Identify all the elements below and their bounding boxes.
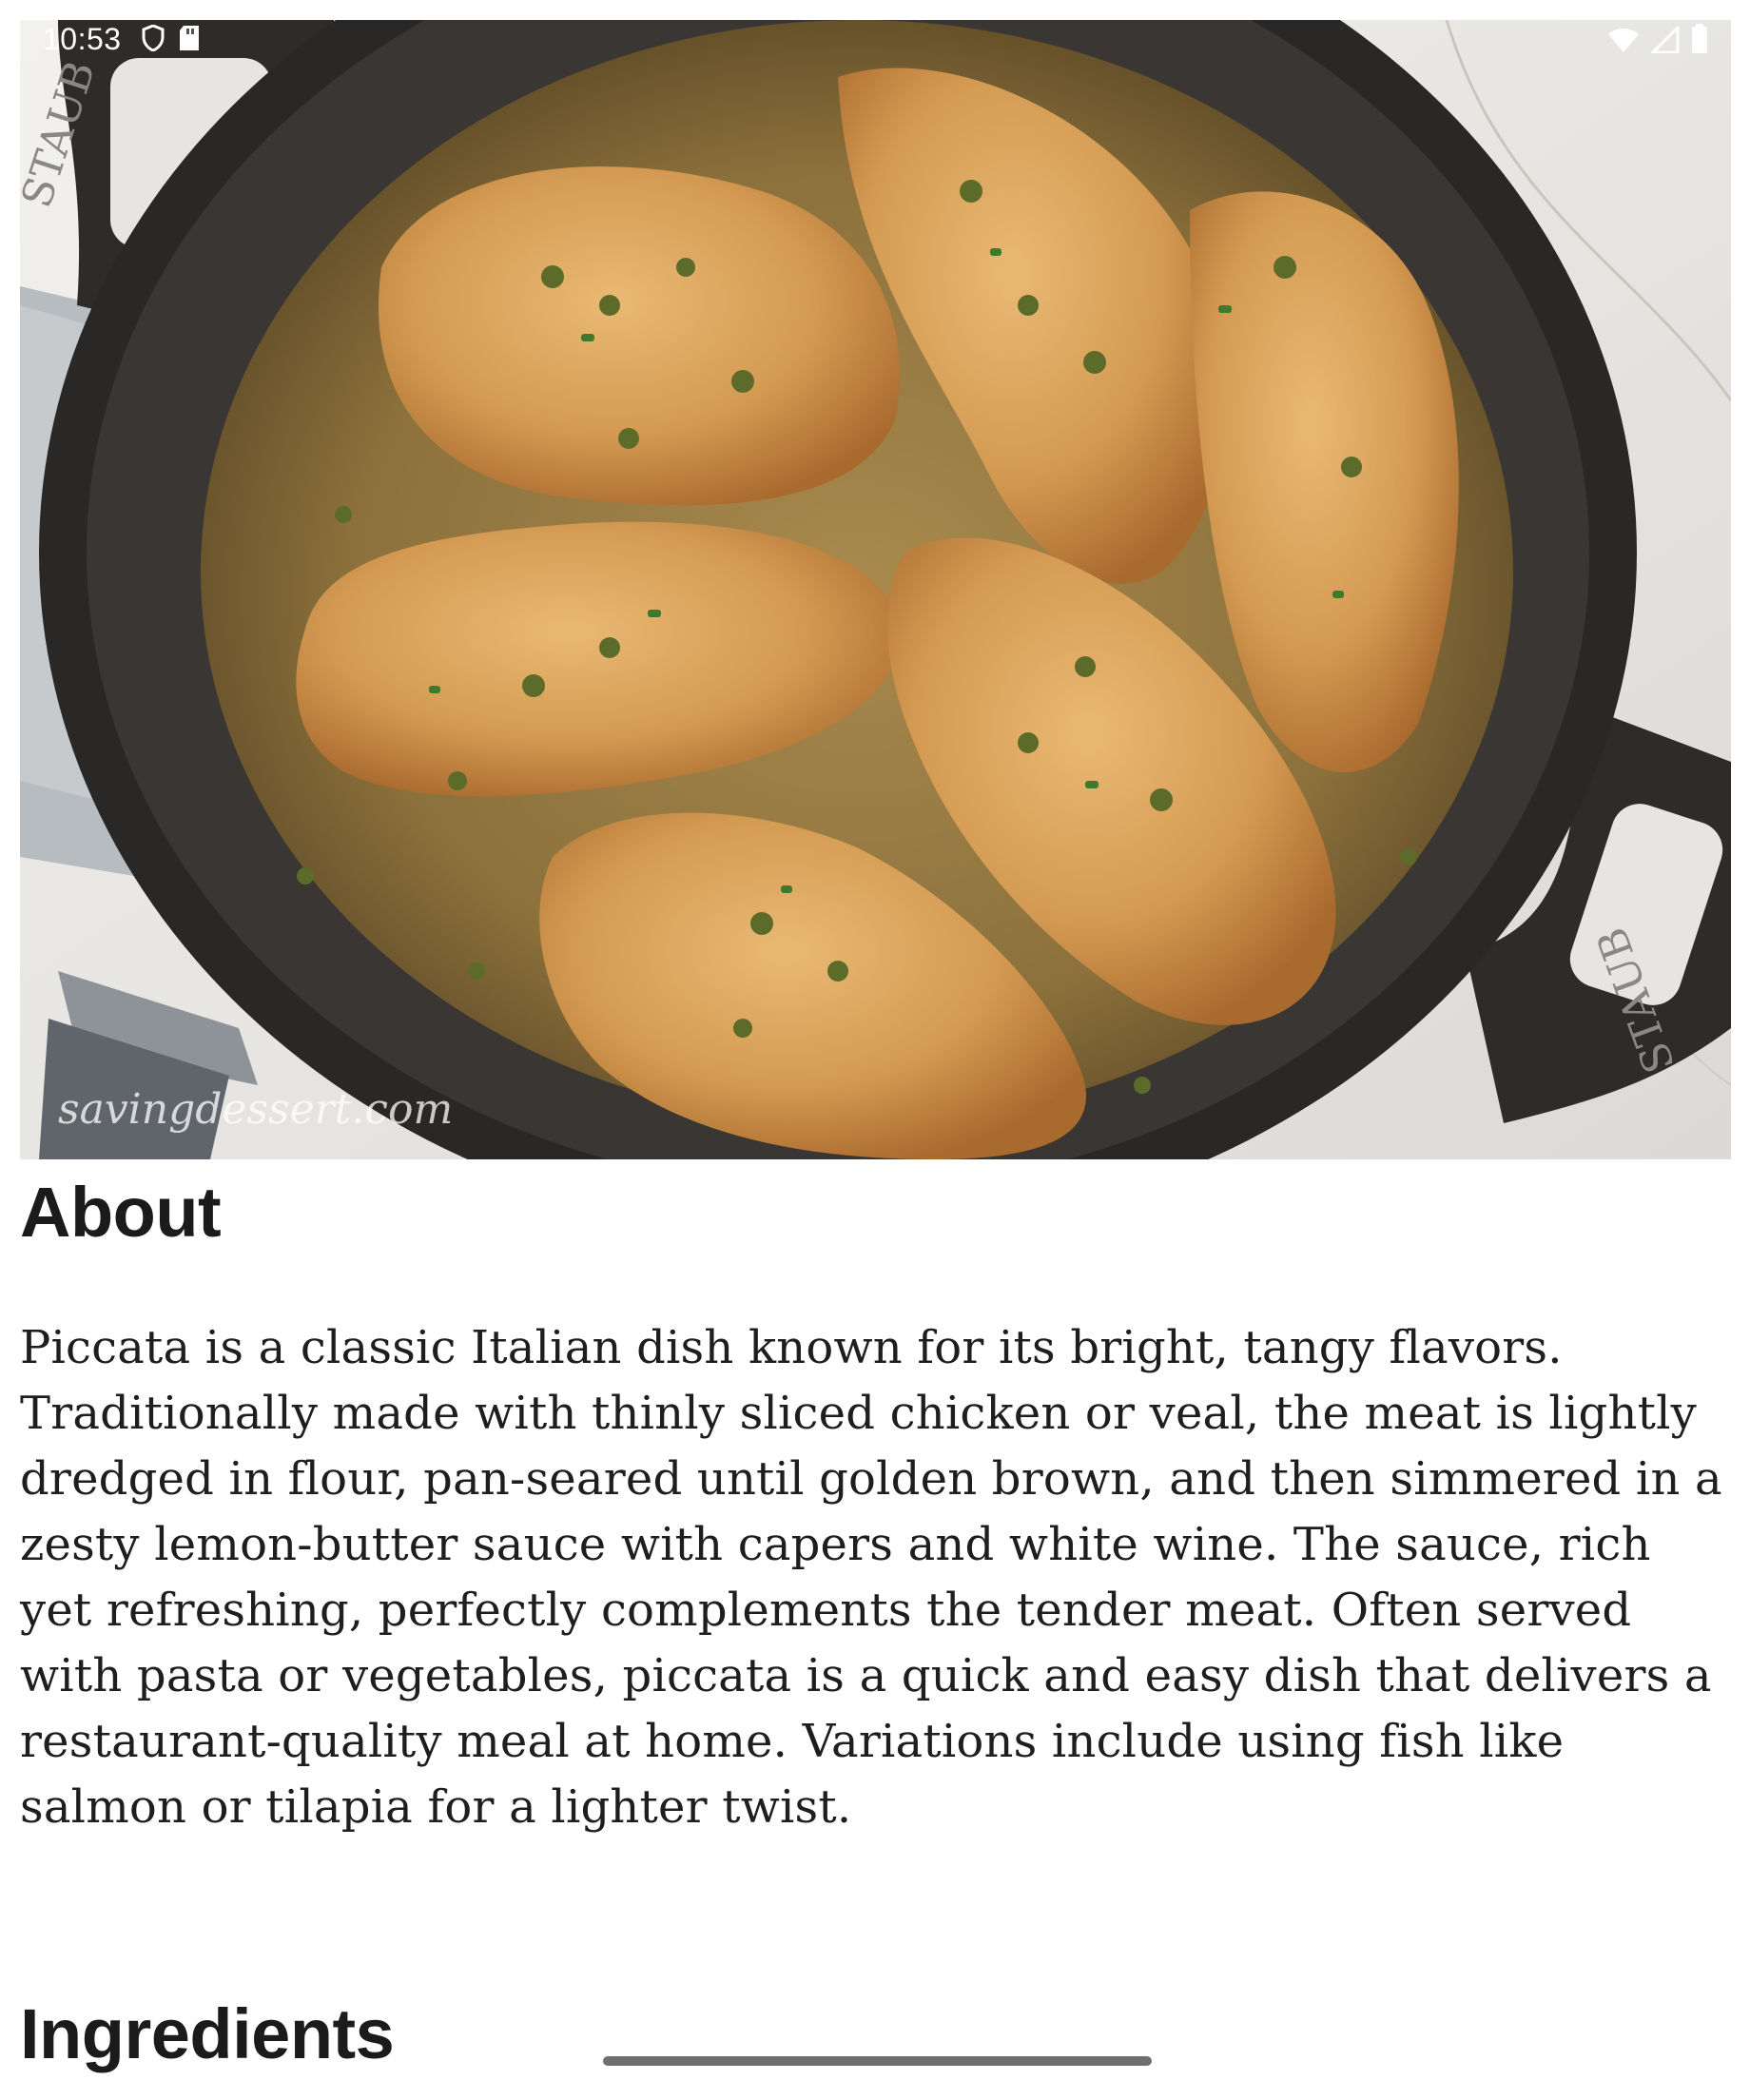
status-time: 10:53: [43, 22, 122, 56]
about-heading: About: [20, 1173, 222, 1252]
status-bar: 10:53: [20, 20, 1731, 60]
wifi-icon: [1607, 26, 1640, 61]
chicken-piccata-photo: STAUB STAUB savingdessert.com: [20, 20, 1731, 1159]
status-left-icons: [142, 24, 201, 59]
svg-text:savingdessert.com: savingdessert.com: [58, 1085, 453, 1134]
battery-icon: [1691, 24, 1708, 62]
status-right-icons: [1607, 23, 1708, 62]
home-gesture-bar[interactable]: [603, 2056, 1152, 2066]
sd-card-icon: [178, 24, 201, 59]
recipe-hero-image: STAUB STAUB savingdessert.com: [20, 20, 1731, 1159]
ingredients-heading: Ingredients: [20, 1994, 395, 2073]
signal-icon: [1649, 23, 1680, 61]
about-description: Piccata is a classic Italian dish known …: [20, 1321, 1722, 1834]
shield-icon: [142, 24, 165, 59]
